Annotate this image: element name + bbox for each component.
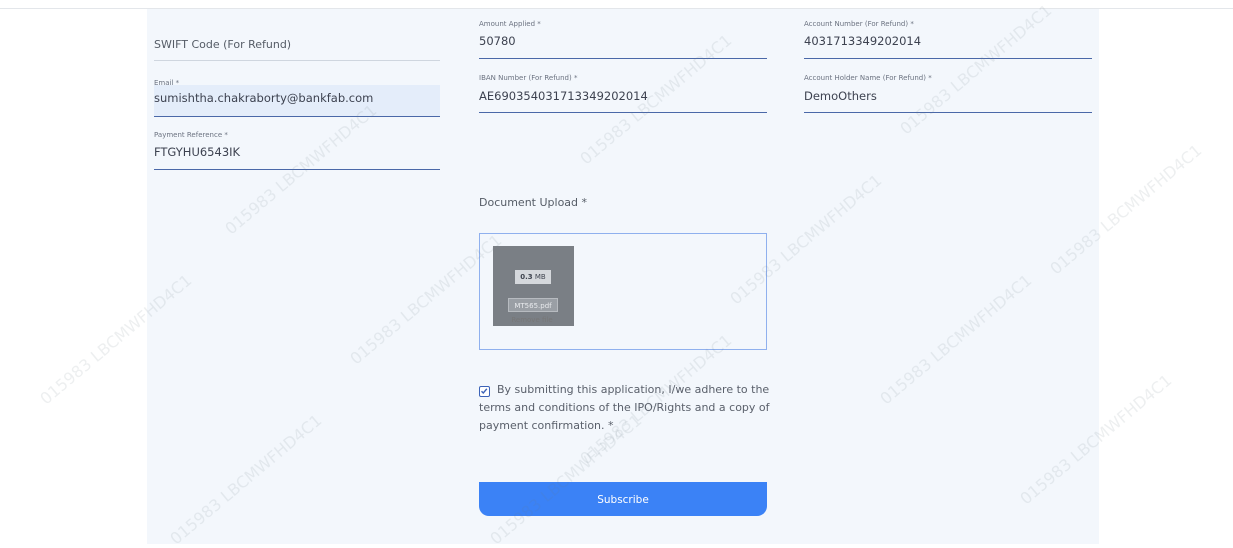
amount-applied-underline	[479, 58, 767, 59]
file-size-value: 0.3	[520, 273, 533, 281]
payment-reference-field[interactable]: Payment Reference * FTGYHU6543IK	[154, 131, 440, 170]
account-holder-underline	[804, 112, 1092, 113]
iban-field[interactable]: IBAN Number (For Refund) * AE69035403171…	[479, 74, 767, 114]
account-holder-value: DemoOthers	[804, 89, 877, 103]
iban-underline	[479, 112, 767, 113]
remove-file-link[interactable]: Remove file	[497, 316, 567, 324]
account-holder-label: Account Holder Name (For Refund) *	[804, 74, 932, 82]
amount-applied-field[interactable]: Amount Applied * 50780	[479, 20, 767, 60]
file-preview: 0.3 MB MT565.pdf	[493, 246, 574, 326]
amount-applied-label: Amount Applied *	[479, 20, 541, 28]
iban-value: AE690354031713349202014	[479, 89, 648, 103]
file-name-badge: MT565.pdf	[508, 298, 558, 312]
amount-applied-value: 50780	[479, 34, 516, 48]
email-field[interactable]: Email * sumishtha.chakraborty@bankfab.co…	[154, 79, 440, 117]
terms-checkbox[interactable]	[479, 386, 490, 397]
file-size-badge: 0.3 MB	[515, 270, 551, 284]
file-size-unit: MB	[534, 273, 546, 281]
payment-reference-label: Payment Reference *	[154, 131, 228, 139]
terms-text: By submitting this application, I/we adh…	[479, 381, 777, 432]
terms-line-1: By submitting this application, I/we adh…	[497, 383, 770, 396]
account-number-underline	[804, 58, 1092, 59]
account-number-value: 4031713349202014	[804, 34, 922, 48]
iban-label: IBAN Number (For Refund) *	[479, 74, 578, 82]
terms-line-2: terms and conditions of the IPO/Rights a…	[479, 401, 770, 414]
account-number-field[interactable]: Account Number (For Refund) * 4031713349…	[804, 20, 1092, 60]
payment-reference-underline	[154, 169, 440, 170]
checkmark-icon	[481, 388, 488, 395]
account-holder-field[interactable]: Account Holder Name (For Refund) * DemoO…	[804, 74, 1092, 114]
document-dropzone[interactable]: 0.3 MB MT565.pdf Remove file	[479, 233, 767, 350]
email-value: sumishtha.chakraborty@bankfab.com	[154, 91, 374, 105]
terms-line-3: payment confirmation. *	[479, 419, 614, 432]
email-label: Email *	[154, 79, 180, 87]
swift-code-input[interactable]: SWIFT Code (For Refund)	[154, 38, 291, 51]
payment-reference-value: FTGYHU6543IK	[154, 145, 241, 159]
subscribe-button[interactable]: Subscribe	[479, 482, 767, 516]
swift-code-underline	[154, 60, 440, 61]
account-number-label: Account Number (For Refund) *	[804, 20, 914, 28]
email-underline	[154, 116, 440, 117]
document-upload-title: Document Upload *	[479, 196, 588, 209]
